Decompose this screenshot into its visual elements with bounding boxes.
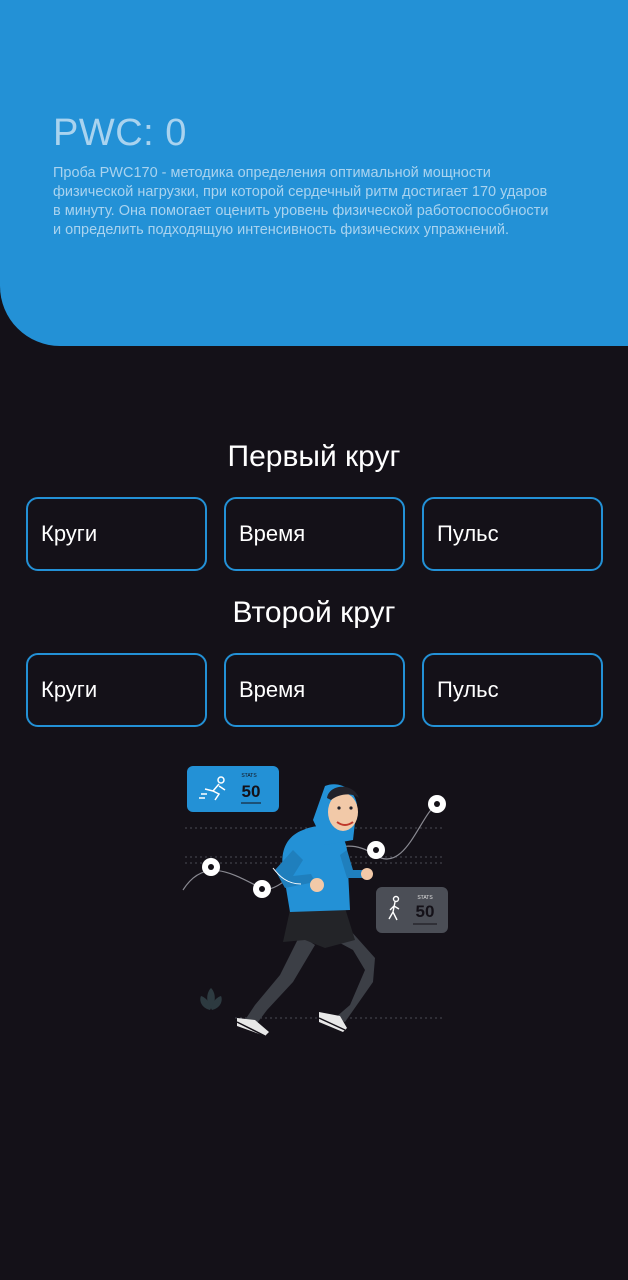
first-round-pulse-input[interactable]: Пульс (422, 497, 603, 571)
second-round-laps-input[interactable]: Круги (26, 653, 207, 727)
runner-illustration: STATS 50 STATS 50 (182, 766, 448, 1037)
second-round-fields: Круги Время Пульс (26, 653, 603, 727)
stats-card-blue: STATS 50 (187, 766, 279, 812)
first-round-fields: Круги Время Пульс (26, 497, 603, 571)
stats-label-2: STATS (417, 895, 433, 901)
stats-value-2: 50 (416, 902, 435, 921)
second-round-title: Второй круг (232, 596, 396, 629)
stats-card-grey: STATS 50 (376, 887, 448, 933)
pwc-description: Проба PWC170 - методика определения опти… (53, 165, 549, 238)
plant-icon (200, 988, 222, 1010)
first-round-laps-input[interactable]: Круги (26, 497, 207, 571)
header-banner: PWC: 0 Проба PWC170 - методика определен… (0, 0, 628, 346)
pwc-result-title: PWC: 0 (53, 112, 187, 154)
first-round-time-input[interactable]: Время (224, 497, 405, 571)
runner-figure (236, 784, 375, 1037)
second-round-pulse-input[interactable]: Пульс (422, 653, 603, 727)
second-round-time-input[interactable]: Время (224, 653, 405, 727)
stats-value: 50 (242, 782, 261, 801)
first-round-title: Первый круг (227, 440, 401, 473)
stats-label: STATS (241, 773, 257, 779)
